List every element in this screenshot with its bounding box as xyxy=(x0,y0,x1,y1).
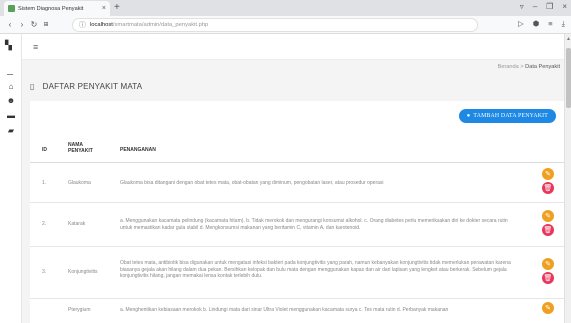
window-controls: ▿ – ❐ × xyxy=(520,2,567,11)
row-nama: Glaukoma xyxy=(68,180,91,186)
column-header-penanganan: PENANGANAN xyxy=(120,147,156,153)
breadcrumb-current: Data Penyakit xyxy=(525,64,560,70)
table-row: Pterygium a. Menghentikan kebiasaan mero… xyxy=(30,299,564,323)
sidebar: ▚ ⌂ ☻ ▬ ▰ xyxy=(0,34,22,323)
breadcrumb-home[interactable]: Beranda xyxy=(498,64,519,70)
clipboard-icon: ▯ xyxy=(30,82,35,91)
book-icon[interactable]: ▰ xyxy=(5,126,17,136)
share-icon[interactable]: ▷ xyxy=(518,19,524,29)
table-header: ID NAMA PENYAKIT PENANGANAN xyxy=(30,135,564,163)
column-header-nama: NAMA PENYAKIT xyxy=(68,142,93,154)
favicon-icon xyxy=(8,5,15,12)
browser-toolbar: ‹ › ↻ ⊞ ⓘ localhost /smartmata/admin/dat… xyxy=(0,16,571,34)
table-row: 3. Konjungtivitis Obat tetes mata, antib… xyxy=(30,247,564,299)
delete-button[interactable]: 🗑 xyxy=(542,224,554,236)
reload-icon[interactable]: ↻ xyxy=(28,20,40,29)
edit-button[interactable]: ✎ xyxy=(542,168,554,180)
tab-search-icon[interactable]: ▿ xyxy=(520,2,524,11)
apps-grid-icon[interactable]: ⊞ xyxy=(40,21,52,28)
add-disease-button[interactable]: ● TAMBAH DATA PENYAKIT xyxy=(458,109,556,123)
table-row: 2. Katarak a. Menggunakan kacamata pelin… xyxy=(30,203,564,247)
breadcrumb-separator: > xyxy=(520,64,524,70)
symptoms-icon[interactable]: ▬ xyxy=(5,111,17,121)
scroll-up-icon[interactable]: ▲ xyxy=(566,36,571,42)
delete-button[interactable]: 🗑 xyxy=(542,272,554,284)
url-path: /smartmata/admin/data_penyakit.php xyxy=(112,22,209,28)
browser-tab[interactable]: Sistem Diagnosa Penyakit × xyxy=(4,1,110,16)
table-card: ● TAMBAH DATA PENYAKIT ID NAMA PENYAKIT … xyxy=(30,101,564,323)
users-icon[interactable]: ☻ xyxy=(5,96,17,106)
page-scrollbar[interactable]: ▲ xyxy=(564,34,571,323)
url-host: localhost xyxy=(90,22,113,28)
site-info-icon[interactable]: ⓘ xyxy=(79,20,86,30)
eye-icon: ● xyxy=(466,113,471,119)
address-bar[interactable]: ⓘ localhost /smartmata/admin/data_penyak… xyxy=(72,18,478,32)
row-penanganan: a. Menghentikan kebiasaan merokok b. Lin… xyxy=(120,307,449,313)
row-id: 1. xyxy=(42,180,47,186)
row-penanganan: a. Menggunakan kacamata pelindung (kacam… xyxy=(120,218,508,231)
maximize-icon[interactable]: ❐ xyxy=(546,2,553,11)
table-row: 1. Glaukoma Glaukoma bisa ditangani deng… xyxy=(30,163,564,203)
back-icon[interactable]: ‹ xyxy=(4,20,16,29)
browser-tab-title: Sistem Diagnosa Penyakit xyxy=(18,5,84,12)
browser-tabbar: Sistem Diagnosa Penyakit × + ▿ – ❐ × xyxy=(0,0,571,16)
column-header-nama-line2: PENYAKIT xyxy=(68,148,93,154)
row-nama: Pterygium xyxy=(68,307,91,313)
new-tab-icon[interactable]: + xyxy=(114,2,120,14)
row-penanganan: Obat tetes mata, antibiotik bisa digunak… xyxy=(120,260,511,279)
forward-icon[interactable]: › xyxy=(16,20,28,29)
main-content: Beranda > Data Penyakit ▯ DAFTAR PENYAKI… xyxy=(22,60,564,323)
row-id: 3. xyxy=(42,269,47,275)
app-logo-icon[interactable]: ▚ xyxy=(5,40,16,51)
hamburger-menu-icon[interactable]: ≡ xyxy=(33,42,38,52)
add-disease-label: TAMBAH DATA PENYAKIT xyxy=(473,113,548,119)
row-nama: Katarak xyxy=(68,221,86,227)
page-title: DAFTAR PENYAKIT MATA xyxy=(42,82,143,91)
download-icon[interactable]: ⤓ xyxy=(562,19,565,29)
minimize-icon[interactable]: – xyxy=(533,2,537,11)
edit-button[interactable]: ✎ xyxy=(542,302,554,314)
edit-button[interactable]: ✎ xyxy=(542,210,554,222)
row-id: 2. xyxy=(42,221,47,227)
sidebar-divider xyxy=(7,74,13,75)
breadcrumb: Beranda > Data Penyakit xyxy=(498,64,560,70)
close-tab-icon[interactable]: × xyxy=(102,5,106,12)
scrollbar-thumb[interactable] xyxy=(566,48,571,108)
page-heading: ▯ DAFTAR PENYAKIT MATA xyxy=(30,82,142,91)
column-header-id: ID xyxy=(42,147,47,153)
extension-icon[interactable]: ⬢ xyxy=(533,19,540,29)
close-window-icon[interactable]: × xyxy=(562,2,567,11)
menu-icon[interactable]: ≡ xyxy=(548,19,552,29)
home-icon[interactable]: ⌂ xyxy=(5,82,17,92)
toolbar-actions: ▷ ⬢ ≡ ⤓ xyxy=(518,19,565,29)
app-topbar: ≡ xyxy=(22,34,564,60)
row-nama: Konjungtivitis xyxy=(68,269,98,275)
edit-button[interactable]: ✎ xyxy=(542,258,554,270)
delete-button[interactable]: 🗑 xyxy=(542,182,554,194)
row-penanganan: Glaukoma bisa ditangani dengan obat tete… xyxy=(120,180,384,186)
